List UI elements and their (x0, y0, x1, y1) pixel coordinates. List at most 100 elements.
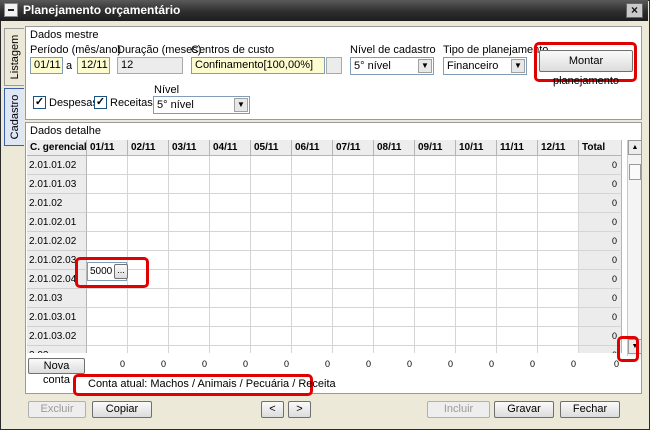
table-cell[interactable] (415, 308, 456, 327)
table-cell[interactable] (497, 289, 538, 308)
column-header[interactable]: 04/11 (210, 140, 251, 156)
table-cell[interactable] (128, 346, 169, 353)
table-cell[interactable] (210, 308, 251, 327)
table-cell[interactable] (333, 194, 374, 213)
table-cell[interactable] (169, 232, 210, 251)
table-cell[interactable] (169, 327, 210, 346)
table-cell[interactable] (251, 251, 292, 270)
table-cell[interactable] (497, 175, 538, 194)
table-cell[interactable] (169, 251, 210, 270)
table-cell[interactable] (87, 327, 128, 346)
table-cell[interactable] (333, 251, 374, 270)
table-cell[interactable] (251, 270, 292, 289)
table-cell[interactable] (497, 327, 538, 346)
column-header[interactable]: 07/11 (333, 140, 374, 156)
table-cell[interactable] (497, 251, 538, 270)
table-cell[interactable] (456, 175, 497, 194)
table-cell[interactable] (456, 251, 497, 270)
table-cell[interactable] (87, 346, 128, 353)
table-cell[interactable] (169, 213, 210, 232)
table-cell[interactable] (456, 194, 497, 213)
excluir-button[interactable]: Excluir (28, 401, 86, 418)
table-cell[interactable] (292, 308, 333, 327)
table-cell[interactable] (128, 175, 169, 194)
table-cell[interactable] (87, 308, 128, 327)
table-cell[interactable] (456, 327, 497, 346)
table-cell[interactable] (251, 156, 292, 175)
table-cell[interactable] (87, 194, 128, 213)
table-cell[interactable] (538, 194, 579, 213)
close-icon[interactable]: × (626, 3, 643, 18)
table-cell[interactable] (292, 346, 333, 353)
table-cell[interactable] (169, 346, 210, 353)
table-cell[interactable] (333, 213, 374, 232)
table-cell[interactable] (456, 289, 497, 308)
table-cell[interactable] (210, 289, 251, 308)
table-cell[interactable] (210, 175, 251, 194)
table-cell[interactable] (497, 213, 538, 232)
table-cell[interactable] (456, 308, 497, 327)
table-cell[interactable] (538, 346, 579, 353)
table-cell[interactable] (333, 156, 374, 175)
column-header[interactable]: 05/11 (251, 140, 292, 156)
table-cell[interactable] (169, 175, 210, 194)
column-header[interactable]: 02/11 (128, 140, 169, 156)
gravar-button[interactable]: Gravar (494, 401, 554, 418)
column-header[interactable]: Total (579, 140, 622, 156)
table-cell[interactable] (292, 213, 333, 232)
table-cell[interactable] (210, 156, 251, 175)
table-cell[interactable] (497, 156, 538, 175)
tab-cadastro[interactable]: Cadastro (4, 88, 24, 146)
column-header[interactable]: 08/11 (374, 140, 415, 156)
table-cell[interactable] (128, 213, 169, 232)
table-cell[interactable] (251, 232, 292, 251)
table-cell[interactable] (210, 270, 251, 289)
table-cell[interactable] (251, 327, 292, 346)
table-cell[interactable] (169, 308, 210, 327)
table-cell[interactable] (333, 346, 374, 353)
periodo-from-field[interactable]: 01/11 (30, 57, 63, 74)
table-cell[interactable] (374, 175, 415, 194)
column-header[interactable]: 03/11 (169, 140, 210, 156)
column-header[interactable]: 09/11 (415, 140, 456, 156)
table-cell[interactable] (333, 232, 374, 251)
table-cell[interactable] (456, 156, 497, 175)
table-cell[interactable] (538, 270, 579, 289)
column-header[interactable]: 10/11 (456, 140, 497, 156)
table-cell[interactable] (210, 232, 251, 251)
centros-field[interactable]: Confinamento[100,00%] (191, 57, 325, 74)
table-cell[interactable] (497, 194, 538, 213)
scroll-up-icon[interactable]: ▲ (628, 140, 642, 155)
table-cell[interactable] (210, 251, 251, 270)
previous-button[interactable]: < (261, 401, 284, 418)
table-cell[interactable] (251, 289, 292, 308)
table-cell[interactable] (415, 175, 456, 194)
table-cell[interactable] (497, 346, 538, 353)
table-cell[interactable] (415, 270, 456, 289)
table-cell[interactable] (169, 270, 210, 289)
column-header[interactable]: C. gerencial (27, 140, 87, 156)
table-cell[interactable] (87, 213, 128, 232)
nivel-cadastro-select[interactable]: 5° nível ▼ (350, 57, 434, 75)
table-cell[interactable] (251, 308, 292, 327)
column-header[interactable]: 06/11 (292, 140, 333, 156)
table-cell[interactable] (415, 289, 456, 308)
receitas-checkbox[interactable]: ✓ (94, 96, 107, 109)
table-cell[interactable] (538, 289, 579, 308)
table-cell[interactable] (333, 270, 374, 289)
table-cell[interactable] (292, 194, 333, 213)
grid-vertical-scrollbar[interactable]: ▲ ▼ (627, 140, 642, 356)
table-cell[interactable] (456, 270, 497, 289)
table-cell[interactable] (415, 194, 456, 213)
incluir-button[interactable]: Incluir (427, 401, 490, 418)
table-cell[interactable] (87, 156, 128, 175)
scroll-thumb[interactable] (629, 164, 641, 180)
table-cell[interactable] (292, 327, 333, 346)
chevron-down-icon[interactable]: ▼ (418, 59, 432, 73)
nova-conta-button[interactable]: Nova conta (28, 358, 85, 386)
table-cell[interactable] (374, 194, 415, 213)
table-cell[interactable] (374, 327, 415, 346)
table-cell[interactable] (538, 251, 579, 270)
table-cell[interactable] (456, 213, 497, 232)
table-cell[interactable] (333, 308, 374, 327)
